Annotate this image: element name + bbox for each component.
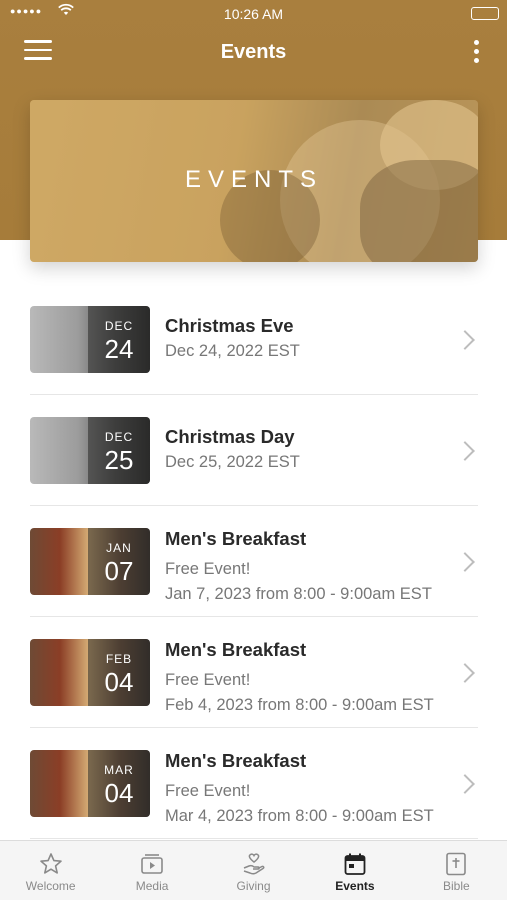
tab-bible[interactable]: Bible (406, 841, 507, 900)
event-list: DEC 24 Christmas Eve Dec 24, 2022 EST DEC 25 C… (30, 284, 478, 839)
event-title: Christmas Eve (165, 315, 294, 336)
chevron-right-icon (455, 441, 475, 461)
page-title: Events (220, 41, 287, 63)
event-title: Christmas Day (165, 426, 295, 447)
event-title: Men's Breakfast (165, 639, 307, 660)
tab-label: Bible (442, 879, 470, 893)
more-options-icon[interactable] (471, 40, 481, 66)
event-title: Men's Breakfast (165, 528, 307, 549)
event-list-item[interactable]: DEC 24 Christmas Eve Dec 24, 2022 EST (30, 284, 478, 395)
chevron-right-icon (455, 552, 475, 572)
events-hero-banner: EVENTS (30, 100, 478, 262)
calendar-icon (304, 851, 405, 877)
event-detail: Dec 24, 2022 EST (165, 342, 300, 360)
event-detail: Free Event! (165, 782, 251, 800)
star-icon (0, 851, 101, 877)
tab-label: Giving (236, 879, 271, 893)
event-month: FEB (105, 652, 133, 666)
tab-events[interactable]: Events (304, 841, 405, 900)
tab-label: Events (335, 879, 375, 893)
event-detail: Free Event! (165, 560, 251, 578)
event-month: DEC (104, 430, 134, 444)
event-thumbnail: DEC 25 (30, 417, 150, 484)
tab-welcome[interactable]: Welcome (0, 841, 101, 900)
event-detail: Jan 7, 2023 from 8:00 - 9:00am EST (165, 585, 432, 603)
tab-media[interactable]: Media (101, 841, 202, 900)
nav-bar: Events (0, 30, 507, 76)
event-list-item[interactable]: MAR 04 Men's Breakfast Free Event! Mar 4, 20… (30, 728, 478, 839)
event-month: MAR (104, 763, 134, 777)
giving-hand-heart-icon (203, 851, 304, 877)
event-thumbnail: FEB 04 (30, 639, 150, 706)
event-list-item[interactable]: FEB 04 Men's Breakfast Free Event! Feb 4, 20… (30, 617, 478, 728)
media-play-icon (101, 851, 202, 877)
event-title: Men's Breakfast (165, 750, 307, 771)
event-thumbnail: DEC 24 (30, 306, 150, 373)
event-day: 04 (104, 778, 134, 808)
battery-icon (471, 7, 499, 20)
event-thumbnail: JAN 07 (30, 528, 150, 595)
chevron-right-icon (455, 774, 475, 794)
event-list-item[interactable]: JAN 07 Men's Breakfast Free Event! Jan 7, 20… (30, 506, 478, 617)
event-list-item[interactable]: DEC 25 Christmas Day Dec 25, 2022 EST (30, 395, 478, 506)
status-time: 10:26 AM (223, 6, 284, 22)
event-day: 25 (104, 445, 134, 475)
chevron-right-icon (455, 663, 475, 683)
event-month: DEC (104, 319, 134, 333)
event-day: 24 (104, 334, 134, 364)
tab-label: Media (135, 879, 169, 893)
event-detail: Feb 4, 2023 from 8:00 - 9:00am EST (165, 696, 434, 714)
event-detail: Mar 4, 2023 from 8:00 - 9:00am EST (165, 807, 434, 825)
hero-label: EVENTS (184, 166, 324, 193)
event-detail: Dec 25, 2022 EST (165, 453, 300, 471)
bible-icon (406, 851, 507, 877)
event-day: 04 (104, 667, 134, 697)
tab-giving[interactable]: Giving (203, 841, 304, 900)
status-bar: ●●●●● 10:26 AM (0, 0, 507, 28)
event-day: 07 (104, 556, 134, 586)
bottom-tab-bar: Welcome Media Giving Events Bible (0, 840, 507, 900)
event-detail: Free Event! (165, 671, 251, 689)
chevron-right-icon (455, 330, 475, 350)
event-month: JAN (106, 541, 132, 555)
event-thumbnail: MAR 04 (30, 750, 150, 817)
tab-label: Welcome (25, 879, 76, 893)
